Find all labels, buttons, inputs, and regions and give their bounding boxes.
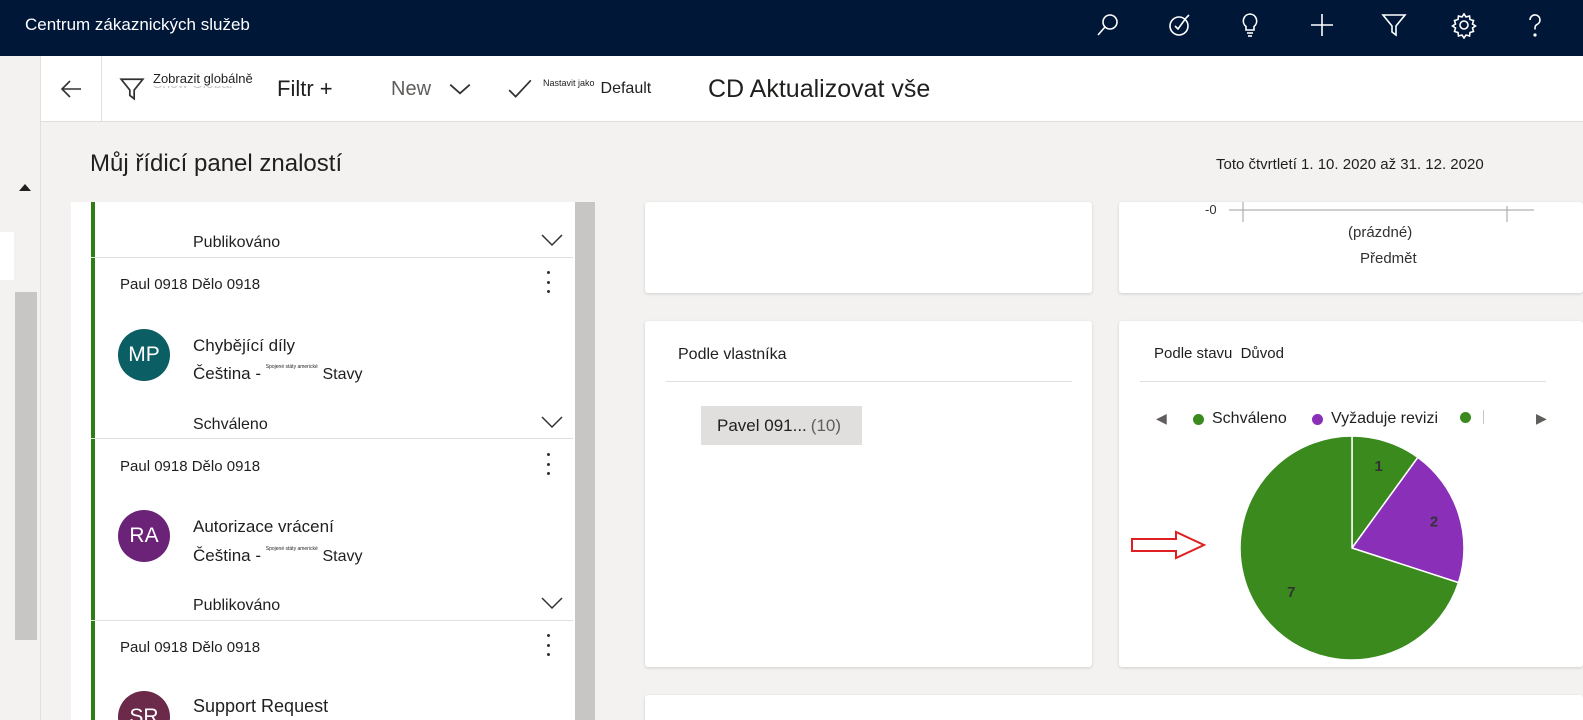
item-tiny-text: Spojené státy americké bbox=[265, 546, 318, 552]
expand-chevron-icon[interactable] bbox=[540, 414, 564, 430]
item-owner: Paul 0918 Dělo 0918 bbox=[120, 276, 261, 293]
default-label: Default bbox=[600, 80, 652, 97]
legend-label-truncated bbox=[1483, 410, 1484, 424]
plus-icon[interactable] bbox=[1302, 5, 1342, 45]
bottom-panel bbox=[645, 695, 1583, 720]
item-region: Stavy bbox=[322, 548, 363, 565]
category-label: (prázdné) bbox=[1348, 224, 1413, 241]
item-title[interactable]: Support Request bbox=[193, 696, 328, 717]
more-options-icon[interactable] bbox=[538, 631, 558, 659]
legend-item-published[interactable] bbox=[1460, 410, 1484, 424]
item-status: Schváleno bbox=[193, 416, 268, 433]
set-as-label: Nastavit jako bbox=[543, 78, 595, 88]
pie-data-label: 2 bbox=[1430, 513, 1438, 530]
scroll-up-arrow-icon[interactable] bbox=[19, 184, 31, 191]
legend-label: Vyžaduje revizi bbox=[1331, 410, 1439, 427]
item-title[interactable]: Autorizace vrácení bbox=[193, 517, 334, 537]
item-language: Čeština - Spojené státy americké Stavy bbox=[193, 364, 363, 384]
filter-add-button[interactable]: Filtr + bbox=[277, 56, 333, 122]
legend-label: Schváleno bbox=[1212, 410, 1287, 427]
item-status: Publikováno bbox=[193, 234, 281, 251]
app-title[interactable]: Centrum zákaznických služeb bbox=[25, 15, 250, 35]
more-options-icon[interactable] bbox=[538, 268, 558, 296]
owner-panel-title: Podle vlastníka bbox=[678, 346, 787, 363]
avatar: MP bbox=[118, 329, 170, 381]
pie-data-label: 7 bbox=[1287, 584, 1295, 601]
legend-item-needs-review[interactable]: Vyžaduje revizi bbox=[1312, 410, 1438, 428]
period-label: Toto čtvrtletí 1. 10. 2020 až 31. 12. 20… bbox=[1216, 156, 1484, 173]
top-navigation-bar: Centrum zákaznických služeb bbox=[0, 0, 1583, 56]
command-bar: Show Global Zobrazit globálně Filtr + Ne… bbox=[41, 56, 1583, 122]
status-panel-subtitle: Důvod bbox=[1240, 345, 1284, 362]
legend-item-approved[interactable]: Schváleno bbox=[1193, 410, 1287, 428]
show-global-label: Zobrazit globálně bbox=[153, 71, 253, 86]
status-panel-title-text: Podle stavu bbox=[1154, 345, 1233, 362]
set-as-default-button[interactable]: Nastavit jako Default bbox=[507, 56, 651, 122]
subject-chart-panel: -0 (prázdné) Předmět bbox=[1119, 202, 1583, 293]
avatar: RA bbox=[118, 510, 170, 562]
search-icon[interactable] bbox=[1088, 5, 1128, 45]
show-global-filter-button[interactable]: Show Global Zobrazit globálně bbox=[119, 56, 271, 122]
legend-dot bbox=[1460, 411, 1471, 423]
legend-next-icon[interactable]: ▶ bbox=[1536, 410, 1547, 427]
item-language: Čeština - Spojené státy americké Stavy bbox=[193, 546, 363, 566]
rail-selection bbox=[0, 232, 14, 280]
status-panel-title: Podle stavu Důvod bbox=[1154, 345, 1284, 362]
chevron-down-icon bbox=[449, 84, 471, 95]
new-button[interactable]: New bbox=[391, 56, 473, 122]
refresh-all-label: CD Aktualizovat vše bbox=[708, 74, 931, 103]
list-item bbox=[91, 202, 573, 258]
filter-icon bbox=[119, 78, 145, 101]
item-owner: Paul 0918 Dělo 0918 bbox=[120, 639, 261, 656]
left-rail bbox=[0, 56, 41, 720]
legend-dot bbox=[1193, 413, 1204, 425]
pie-data-label: 1 bbox=[1374, 458, 1382, 475]
status-pie-chart: 1 2 7 bbox=[1239, 435, 1465, 661]
article-stream: Publikováno Paul 0918 Dělo 0918 MP Chybě… bbox=[71, 202, 595, 720]
legend-prev-icon[interactable]: ◀ bbox=[1156, 410, 1167, 427]
item-region: Stavy bbox=[322, 366, 363, 383]
panel-divider bbox=[666, 381, 1072, 382]
page-title: Můj řídicí panel znalostí bbox=[90, 150, 343, 177]
axis-tick-label: -0 bbox=[1205, 202, 1217, 217]
expand-chevron-icon[interactable] bbox=[540, 595, 564, 611]
item-title[interactable]: Chybějící díly bbox=[193, 336, 295, 356]
filter-add-label: Filtr + bbox=[277, 76, 333, 101]
settings-icon[interactable] bbox=[1444, 5, 1484, 45]
item-tiny-text: Spojené státy americké bbox=[265, 364, 318, 370]
expand-chevron-icon[interactable] bbox=[540, 232, 564, 248]
legend-dot bbox=[1312, 413, 1323, 425]
task-icon[interactable] bbox=[1160, 5, 1200, 45]
filter-icon[interactable] bbox=[1374, 5, 1414, 45]
item-status: Publikováno bbox=[193, 597, 281, 614]
panel-divider bbox=[1140, 381, 1546, 382]
item-language-text: Čeština - bbox=[193, 546, 262, 565]
new-label: New bbox=[391, 77, 432, 100]
more-options-icon[interactable] bbox=[538, 450, 558, 478]
item-owner: Paul 0918 Dělo 0918 bbox=[120, 458, 261, 475]
rail-scrollbar[interactable] bbox=[15, 292, 37, 640]
owner-panel: Podle vlastníka bbox=[645, 321, 1092, 667]
owner-name: Pavel 091... bbox=[717, 415, 807, 435]
back-arrow-icon bbox=[60, 80, 81, 98]
stream-scrollbar[interactable] bbox=[575, 202, 595, 720]
owner-count: (10) bbox=[810, 415, 842, 435]
refresh-all-button[interactable]: CD Aktualizovat vše bbox=[708, 56, 930, 122]
red-arrow-annotation bbox=[1131, 530, 1207, 560]
owner-bar[interactable]: Pavel 091... (10) bbox=[701, 406, 862, 445]
back-button[interactable] bbox=[41, 56, 102, 122]
help-icon[interactable] bbox=[1515, 5, 1555, 45]
item-language-text: Čeština - bbox=[193, 364, 262, 383]
checkmark-icon bbox=[508, 79, 532, 98]
axis-title: Předmět bbox=[1360, 250, 1417, 267]
lightbulb-icon[interactable] bbox=[1230, 5, 1270, 45]
chart-panel-top-left bbox=[645, 202, 1092, 293]
